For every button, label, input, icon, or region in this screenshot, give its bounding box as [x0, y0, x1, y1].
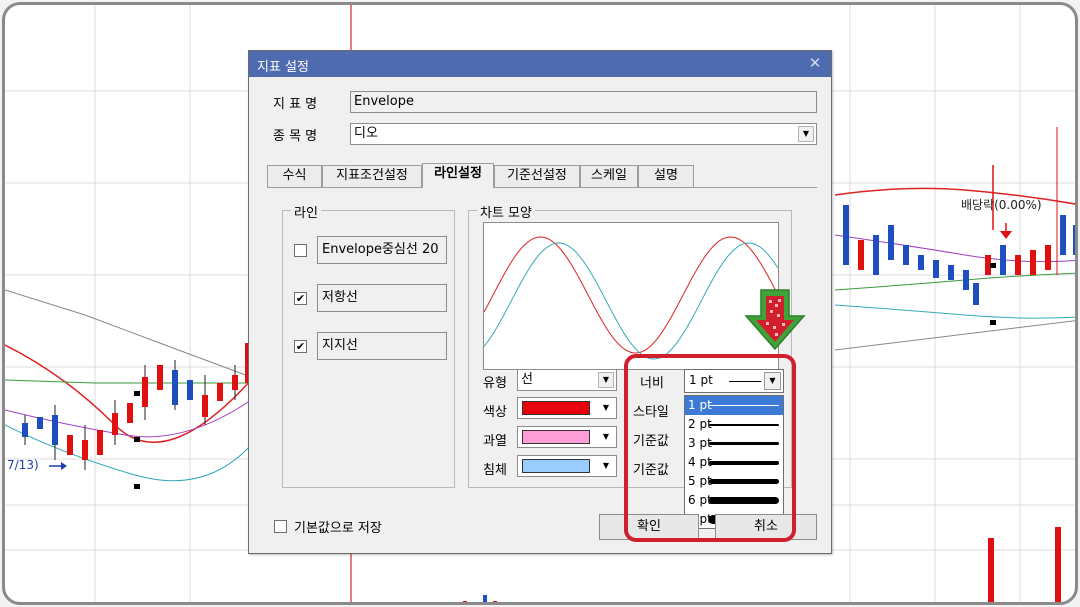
tab-line-settings[interactable]: 라인설정	[422, 163, 494, 188]
preview-waves	[483, 236, 779, 360]
highlight-box	[624, 354, 796, 542]
color-swatch-red	[522, 401, 590, 415]
indicator-name-field: Envelope	[350, 91, 817, 113]
date-fragment: 7/13)	[7, 458, 39, 472]
tab-condition[interactable]: 지표조건설정	[322, 165, 422, 187]
tab-divider	[267, 187, 817, 188]
color-swatch-pink	[522, 430, 590, 444]
dividend-annotation: 배당락(0.00%)	[961, 198, 1042, 212]
line-item-center[interactable]: Envelope중심선 20	[317, 236, 447, 264]
chart-shape-title: 차트 모양	[477, 202, 535, 221]
tab-baseline[interactable]: 기준선설정	[494, 165, 580, 187]
save-default-checkbox[interactable]	[274, 520, 287, 533]
line-item-support[interactable]: 지지선	[317, 332, 447, 360]
close-icon[interactable]: ✕	[805, 53, 825, 73]
type-select[interactable]: 선 ▼	[517, 369, 617, 391]
dialog-title: 지표 설정	[257, 60, 309, 75]
chevron-down-icon[interactable]: ▼	[598, 458, 614, 474]
checkbox-center-line[interactable]	[294, 244, 307, 257]
sink-color-select[interactable]: ▼	[517, 455, 617, 477]
type-select-value: 선	[521, 372, 533, 387]
down-arrow-icon	[744, 289, 806, 351]
stock-name-label: 종 목 명	[273, 129, 318, 144]
chevron-down-icon[interactable]: ▼	[598, 372, 614, 388]
chevron-down-icon[interactable]: ▼	[598, 429, 614, 445]
indicator-name-label: 지 표 명	[273, 97, 318, 112]
line-item-resistance[interactable]: 저항선	[317, 284, 447, 312]
tab-description[interactable]: 설명	[638, 165, 694, 187]
line-group-title: 라인	[291, 202, 321, 221]
line-preview	[483, 222, 779, 370]
color-select[interactable]: ▼	[517, 397, 617, 419]
chevron-down-icon[interactable]: ▼	[598, 400, 614, 416]
tab-scale[interactable]: 스케일	[580, 165, 638, 187]
overheat-label: 과열	[483, 434, 507, 449]
preview-wave-resistance	[483, 236, 779, 354]
preview-wave-support	[483, 242, 779, 360]
type-label: 유형	[483, 376, 507, 391]
tab-formula[interactable]: 수식	[267, 165, 322, 187]
chevron-down-icon[interactable]: ▼	[798, 126, 814, 142]
save-default-label: 기본값으로 저장	[294, 521, 382, 536]
stock-select-value: 디오	[354, 126, 378, 141]
color-label: 색상	[483, 405, 507, 420]
dialog-titlebar: 지표 설정 ✕	[249, 51, 831, 77]
stock-select[interactable]: 디오 ▼	[350, 123, 817, 145]
color-swatch-blue	[522, 459, 590, 473]
overheat-color-select[interactable]: ▼	[517, 426, 617, 448]
checkbox-resistance-line[interactable]: ✔	[294, 292, 307, 305]
checkbox-support-line[interactable]: ✔	[294, 340, 307, 353]
sink-label: 침체	[483, 463, 507, 478]
